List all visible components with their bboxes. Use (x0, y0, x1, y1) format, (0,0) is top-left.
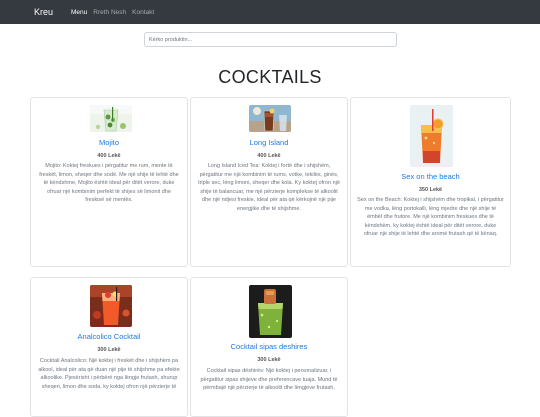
product-price: 350 Lekë (418, 187, 443, 193)
brand-link[interactable]: Kreu (34, 7, 53, 17)
product-description: Sex on the Beach: Koktej i shijshëm dhe … (357, 197, 504, 238)
mojito-image (90, 105, 132, 132)
analcolico-image (90, 285, 132, 327)
product-price: 300 Lekë (257, 357, 281, 363)
product-price: 300 Lekë (97, 347, 121, 353)
product-card-long-island: Long Island 400 Lekë Long Island Iced Te… (190, 97, 348, 267)
product-card-mojito: Mojito 400 Lekë Mojito: Koktej freskues … (30, 97, 188, 267)
product-card-cocktail-sipas-deshires: Cocktail sipas deshires 300 Lekë Cocktai… (190, 277, 348, 417)
product-price: 400 Lekë (97, 153, 121, 159)
product-card-analcolico: Analcolico Cocktail 300 Lekë Cocktail An… (30, 277, 188, 417)
product-search-input[interactable] (144, 32, 397, 47)
product-description: Mojito: Koktej freskues i përgatitur me … (39, 163, 179, 204)
product-description: Long Island Iced Tea: Koktej i fortë dhe… (198, 163, 340, 212)
product-name-link[interactable]: Cocktail sipas deshires (191, 342, 347, 351)
product-name-link[interactable]: Sex on the beach (351, 172, 510, 181)
product-description: Cocktail sipas dëshirës: Një koktej i pe… (200, 368, 338, 392)
page-title: COCKTAILS (218, 67, 322, 87)
nav-link-contact[interactable]: Kontakt (132, 9, 154, 16)
nav-link-menu[interactable]: Menu (71, 9, 87, 16)
product-name-link[interactable]: Long Island (191, 138, 347, 147)
cocktail-sipas-deshires-image (249, 285, 292, 338)
product-price: 400 Lekë (257, 153, 281, 159)
sex-on-the-beach-image (410, 105, 453, 167)
nav-link-about[interactable]: Rreth Nesh (93, 9, 126, 16)
product-name-link[interactable]: Mojito (31, 138, 187, 147)
long-island-image (249, 105, 291, 132)
product-description: Cocktail Analcolico: Një koktej i freskë… (38, 358, 180, 390)
product-name-link[interactable]: Analcolico Cocktail (31, 332, 187, 341)
product-card-sex-on-the-beach: Sex on the beach 350 Lekë Sex on the Bea… (350, 97, 511, 267)
top-navbar: Kreu Menu Rreth Nesh Kontakt (0, 0, 540, 24)
